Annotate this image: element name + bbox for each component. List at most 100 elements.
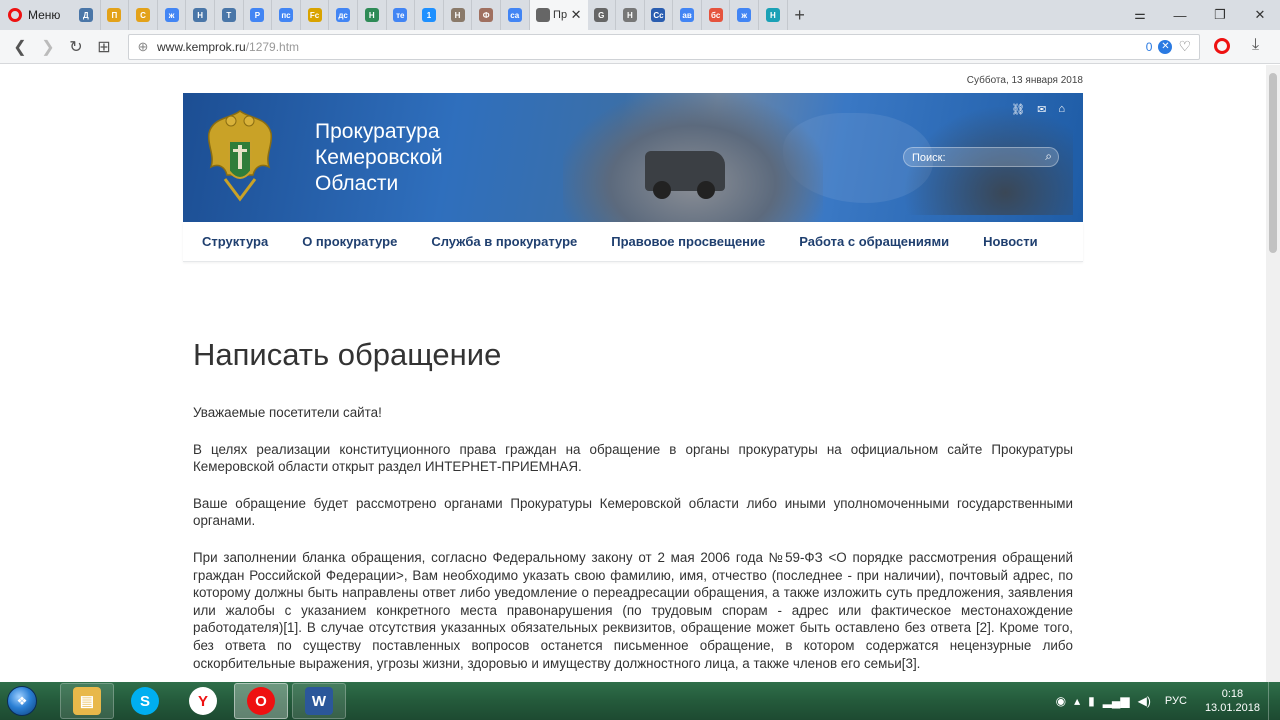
browser-tab[interactable]: бс — [702, 0, 731, 30]
current-date: Суббота, 13 января 2018 — [966, 75, 1083, 86]
browser-tab[interactable]: Н — [759, 0, 788, 30]
reload-button[interactable]: ↻ — [62, 33, 90, 61]
back-button[interactable]: ❮ — [6, 33, 34, 61]
nav-item[interactable]: Структура — [183, 234, 285, 249]
start-button[interactable]: ❖ — [0, 682, 44, 720]
taskbar-app-opera[interactable]: O — [234, 683, 288, 719]
avatar-icon: Ф — [479, 8, 494, 22]
show-hidden-icons-icon[interactable]: ▴ — [1074, 694, 1080, 708]
forward-button[interactable]: ❯ — [34, 33, 62, 61]
opera-logo-icon — [8, 8, 22, 22]
browser-tab[interactable]: Ф — [472, 0, 501, 30]
browser-tab[interactable]: Т — [215, 0, 244, 30]
search-input[interactable] — [904, 149, 1030, 167]
site-title-line: Области — [315, 172, 399, 195]
battery-icon[interactable]: ▮ — [1088, 694, 1095, 708]
nav-item[interactable]: Служба в прокуратуре — [414, 234, 594, 249]
body-paragraph: Ваше обращение будет рассмотрено органам… — [193, 495, 1073, 529]
taskbar-app-explorer[interactable]: ▤ — [60, 683, 114, 719]
body-paragraph: Уважаемые посетители сайта! — [193, 405, 382, 420]
speed-dial-icon[interactable]: ⊞ — [90, 33, 118, 61]
vk-doc-icon: Д — [78, 8, 93, 22]
minimize-icon[interactable]: — — [1160, 0, 1200, 30]
taskbar-app-skype[interactable]: S — [118, 683, 172, 719]
opera-menu-button[interactable]: Меню — [0, 0, 72, 30]
browser-tab[interactable]: Н — [616, 0, 645, 30]
nav-item[interactable]: Новости — [966, 234, 1055, 249]
language-indicator[interactable]: РУС — [1165, 695, 1187, 707]
site-icon: С — [135, 8, 150, 22]
pencil-icon: Fc — [307, 8, 322, 22]
browser-tab[interactable]: Fc — [301, 0, 330, 30]
taskbar-app-yandex[interactable]: Y — [176, 683, 230, 719]
body-paragraph: При заполнении бланка обращения, согласн… — [193, 549, 1073, 671]
browser-tab[interactable]: те — [387, 0, 416, 30]
browser-tab[interactable]: Н — [186, 0, 215, 30]
new-tab-button[interactable]: + — [788, 5, 812, 26]
restore-icon[interactable]: ❐ — [1200, 0, 1240, 30]
close-icon[interactable]: ✕ — [1240, 0, 1280, 30]
browser-tab[interactable]: G — [588, 0, 617, 30]
home-icon[interactable]: ⌂ — [1058, 103, 1065, 116]
nav-item[interactable]: Работа с обращениями — [782, 234, 966, 249]
signal-icon[interactable]: ▂▄▆ — [1103, 694, 1130, 708]
dots-icon: бс — [708, 8, 723, 22]
taskbar-app-word[interactable]: W — [292, 683, 346, 719]
google-icon: пс — [278, 8, 293, 22]
page-scrollbar[interactable] — [1266, 65, 1280, 682]
browser-tab[interactable]: дс — [329, 0, 358, 30]
mail-icon[interactable]: ✉ — [1037, 103, 1046, 116]
gear-icon: Н — [622, 8, 637, 22]
browser-tab[interactable]: Н — [444, 0, 473, 30]
volume-icon[interactable]: ◀) — [1138, 694, 1151, 708]
page-icon — [535, 8, 550, 22]
browser-tab[interactable]: ж — [158, 0, 187, 30]
google-icon: те — [393, 8, 408, 22]
page-content: Написать обращение Уважаемые посетители … — [193, 337, 1073, 682]
window-list-icon[interactable]: ⚌ — [1120, 0, 1160, 30]
word-icon: W — [305, 687, 333, 715]
search-icon[interactable]: ⌕ — [1045, 149, 1052, 164]
system-clock[interactable]: 0:18 13.01.2018 — [1205, 687, 1260, 715]
download-icon[interactable]: ⤓ — [1252, 36, 1259, 54]
browser-tab[interactable]: 1 — [415, 0, 444, 30]
opera-account-icon[interactable] — [1214, 38, 1230, 54]
show-desktop-button[interactable] — [1268, 682, 1280, 720]
browser-tab[interactable]: пс — [272, 0, 301, 30]
vk-icon: Т — [221, 8, 236, 22]
system-tray: ◉ ▴ ▮ ▂▄▆ ◀) РУС 0:18 13.01.2018 — [1052, 682, 1280, 720]
browser-tab[interactable]: ж — [730, 0, 760, 30]
globe-icon: ⊕ — [137, 39, 149, 54]
scrollbar-thumb[interactable] — [1269, 73, 1277, 253]
address-bar[interactable]: ⊕ www.kemprok.ru /1279.htm 0 ✕ ♡ — [128, 34, 1200, 60]
bookmark-heart-icon[interactable]: ♡ — [1178, 38, 1191, 55]
nav-item[interactable]: Правовое просвещение — [594, 234, 782, 249]
windows-taskbar: ❖ ▤ S Y O W ◉ ▴ ▮ ▂▄▆ ◀) РУС 0:18 13.01.2018 — [0, 682, 1280, 720]
sitemap-icon[interactable]: ⛓ — [1011, 103, 1025, 116]
body-paragraph: В целях реализации конституционного прав… — [193, 441, 1073, 475]
prosecutor-emblem-icon[interactable] — [205, 105, 275, 203]
yandex-icon: Y — [189, 687, 217, 715]
site-title-line: Прокуратура — [315, 120, 440, 143]
tab-label: Пр — [553, 9, 568, 21]
browser-tab[interactable]: ав — [673, 0, 702, 30]
browser-tab[interactable]: Н — [358, 0, 387, 30]
browser-tab[interactable]: Р — [244, 0, 273, 30]
browser-tab[interactable]: П — [101, 0, 130, 30]
browser-tab[interactable]: са — [501, 0, 530, 30]
google-icon: дс — [336, 8, 351, 22]
page-viewport: Суббота, 13 января 2018 Прокуратура Кеме… — [0, 65, 1266, 682]
browser-tab[interactable]: Д — [72, 0, 101, 30]
site-title[interactable]: Прокуратура Кемеровской Области — [315, 119, 443, 197]
adblock-icon[interactable]: ✕ — [1158, 39, 1173, 54]
close-tab-icon[interactable]: ✕ — [571, 7, 582, 23]
folder-icon: ▤ — [73, 687, 101, 715]
browser-tab[interactable]: Сс — [645, 0, 674, 30]
nav-item[interactable]: О прокуратуре — [285, 234, 414, 249]
google-icon: ж — [164, 8, 179, 22]
shield-icon: Н — [765, 8, 780, 22]
adblock-count[interactable]: 0 — [1146, 40, 1153, 54]
browser-tab[interactable]: Пр ✕ — [529, 0, 588, 30]
network-status-icon[interactable]: ◉ — [1056, 694, 1066, 708]
browser-tab[interactable]: С — [129, 0, 158, 30]
